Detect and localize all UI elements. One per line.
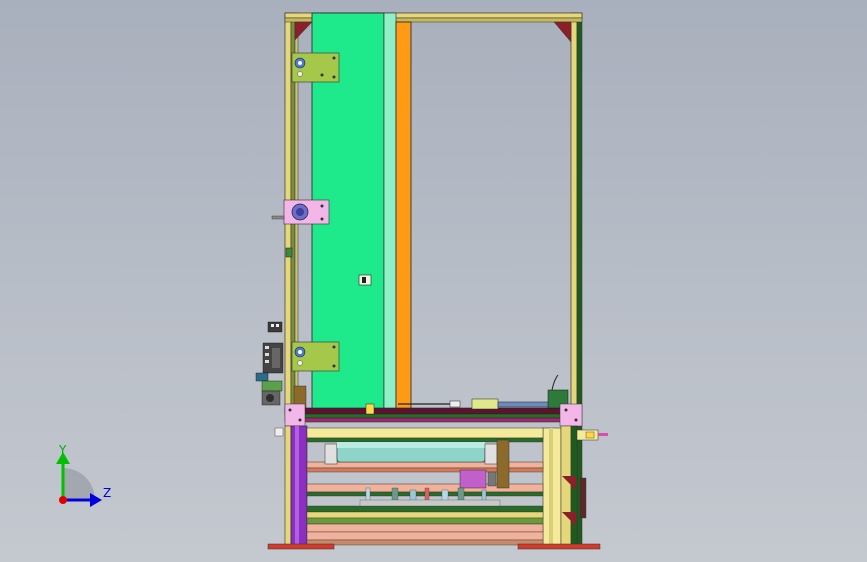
right-foot (517, 543, 601, 550)
middle-mount-plate (271, 199, 330, 225)
top-right-gusset (553, 21, 572, 43)
coordinate-triad[interactable]: Y Z (56, 443, 111, 507)
z-axis-label: Z (103, 486, 111, 500)
left-side-components (255, 247, 307, 409)
salmon-beam-lower (306, 523, 544, 533)
left-foot (267, 543, 335, 550)
y-axis-label: Y (58, 443, 67, 457)
orange-guide-rail (395, 21, 412, 413)
panel-label-tag-inner (362, 277, 366, 283)
lower-mount-plate (291, 341, 340, 372)
left-pink-bracket (284, 403, 306, 427)
lower-left-post (284, 425, 292, 547)
main-cross-beam (284, 407, 581, 415)
right-pink-bracket (559, 403, 583, 427)
cad-viewport[interactable]: Y Z (0, 0, 867, 562)
z-axis-arrow-icon (90, 493, 102, 507)
right-inner-post (576, 12, 583, 547)
right-outer-post (570, 12, 578, 414)
triad-origin-icon (59, 496, 67, 504)
green-panel-edge (383, 12, 397, 412)
upper-mount-plate (291, 52, 340, 83)
top-left-gusset (294, 21, 313, 41)
